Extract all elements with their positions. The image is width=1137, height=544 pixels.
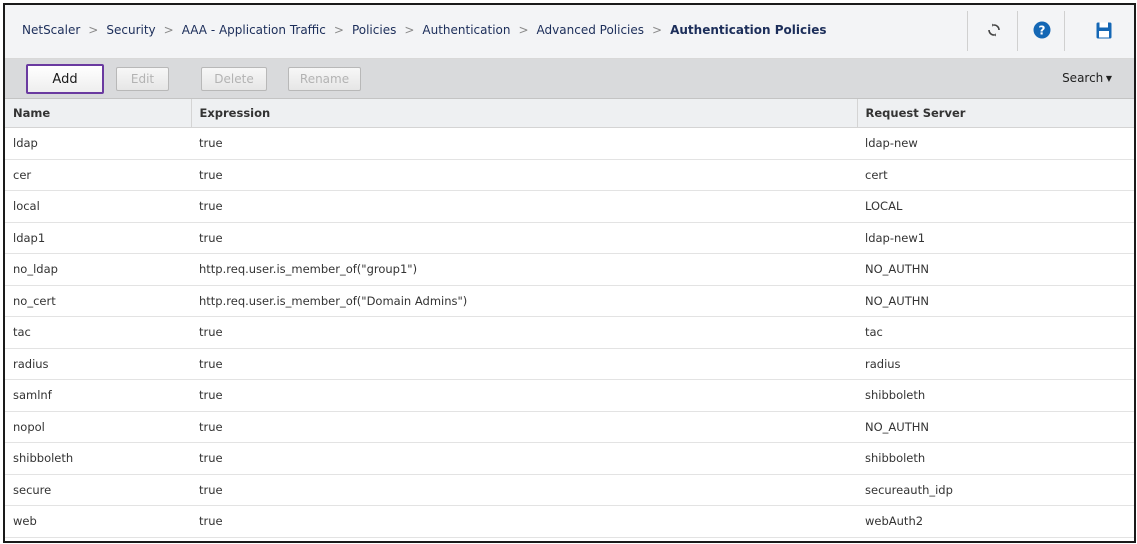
cell-expression: true [191,222,857,254]
table-row[interactable]: cer true cert [5,159,1134,191]
column-header-request-server[interactable]: Request Server [857,99,1134,128]
cell-name: web [5,505,191,538]
breadcrumb-separator-icon: > [652,23,663,37]
table-row[interactable]: ldap1 true ldap-new1 [5,222,1134,254]
breadcrumb-item[interactable]: AAA - Application Traffic [182,23,326,37]
refresh-icon[interactable] [984,20,1004,40]
cell-name: nopol [5,411,191,443]
cell-name: tac [5,316,191,349]
cell-name: ldap1 [5,222,191,254]
table-row[interactable]: secure true secureauth_idp [5,474,1134,506]
cell-request-server: cert [857,159,1134,191]
cell-expression: true [191,411,857,443]
cell-name: no_ldap [5,253,191,286]
search-label: Search [1062,71,1104,85]
table-header-row: Name Expression Request Server [5,99,1134,128]
breadcrumb-separator-icon: > [88,23,99,37]
breadcrumb-item[interactable]: Policies [352,23,396,37]
table-row[interactable]: local true LOCAL [5,190,1134,223]
cell-expression: true [191,316,857,349]
breadcrumb-item[interactable]: Authentication [422,23,510,37]
table-row[interactable]: nopol true NO_AUTHN [5,411,1134,443]
cell-expression: true [191,474,857,506]
breadcrumb-item[interactable]: Advanced Policies [537,23,644,37]
search-dropdown[interactable]: Search ▼ [1062,71,1112,85]
table-row[interactable]: samlnf true shibboleth [5,379,1134,412]
breadcrumb: NetScaler > Security > AAA - Application Tra… [22,23,827,37]
cell-name: cer [5,159,191,191]
cell-expression: http.req.user.is_member_of("group1") [191,253,857,286]
svg-text:?: ? [1039,23,1046,37]
cell-request-server: NO_AUTHN [857,285,1134,317]
breadcrumb-current: Authentication Policies [670,23,827,37]
cell-request-server: radius [857,348,1134,380]
header-bar: NetScaler > Security > AAA - Application Tra… [5,5,1134,59]
add-button[interactable]: Add [26,64,104,94]
table-row[interactable]: tac true tac [5,316,1134,349]
divider [1064,11,1065,51]
cell-request-server: webAuth2 [857,505,1134,538]
cell-expression: true [191,505,857,538]
cell-name: shibboleth [5,442,191,475]
column-header-expression[interactable]: Expression [191,99,858,128]
breadcrumb-separator-icon: > [518,23,529,37]
cell-request-server: shibboleth [857,379,1134,412]
rename-button[interactable]: Rename [288,67,361,91]
table-row[interactable]: no_ldap http.req.user.is_member_of("group… [5,253,1134,286]
save-icon[interactable] [1094,20,1114,40]
cell-name: radius [5,348,191,380]
cell-name: no_cert [5,285,191,317]
cell-expression: true [191,190,857,223]
column-header-name[interactable]: Name [5,99,192,128]
cell-request-server: secureauth_idp [857,474,1134,506]
caret-down-icon: ▼ [1103,74,1112,83]
cell-request-server: shibboleth [857,442,1134,475]
cell-expression: true [191,348,857,380]
policies-table: Name Expression Request Server ldap true l… [5,99,1134,538]
app-frame: NetScaler > Security > AAA - Application Tra… [3,3,1136,543]
cell-expression: http.req.user.is_member_of("Domain Admin… [191,285,857,317]
divider [967,11,968,51]
breadcrumb-separator-icon: > [163,23,174,37]
cell-expression: true [191,442,857,475]
cell-name: local [5,190,191,223]
breadcrumb-item[interactable]: Security [106,23,155,37]
breadcrumb-separator-icon: > [404,23,415,37]
cell-request-server: LOCAL [857,190,1134,223]
table-row[interactable]: shibboleth true shibboleth [5,442,1134,475]
delete-button[interactable]: Delete [201,67,267,91]
cell-request-server: NO_AUTHN [857,253,1134,286]
cell-expression: true [191,127,857,160]
table-row[interactable]: web true webAuth2 [5,505,1134,538]
table-row[interactable]: no_cert http.req.user.is_member_of("Domai… [5,285,1134,317]
table-row[interactable]: radius true radius [5,348,1134,380]
breadcrumb-item[interactable]: NetScaler [22,23,80,37]
edit-button[interactable]: Edit [116,67,169,91]
cell-request-server: NO_AUTHN [857,411,1134,443]
breadcrumb-separator-icon: > [333,23,344,37]
cell-request-server: ldap-new [857,127,1134,160]
cell-name: secure [5,474,191,506]
cell-name: ldap [5,127,191,160]
cell-name: samlnf [5,379,191,412]
divider [1017,11,1018,51]
table-row[interactable]: ldap true ldap-new [5,127,1134,160]
cell-expression: true [191,159,857,191]
help-icon[interactable]: ? [1032,20,1052,40]
toolbar: Add Edit Delete Rename Search ▼ [5,59,1134,99]
cell-expression: true [191,379,857,412]
cell-request-server: tac [857,316,1134,349]
cell-request-server: ldap-new1 [857,222,1134,254]
